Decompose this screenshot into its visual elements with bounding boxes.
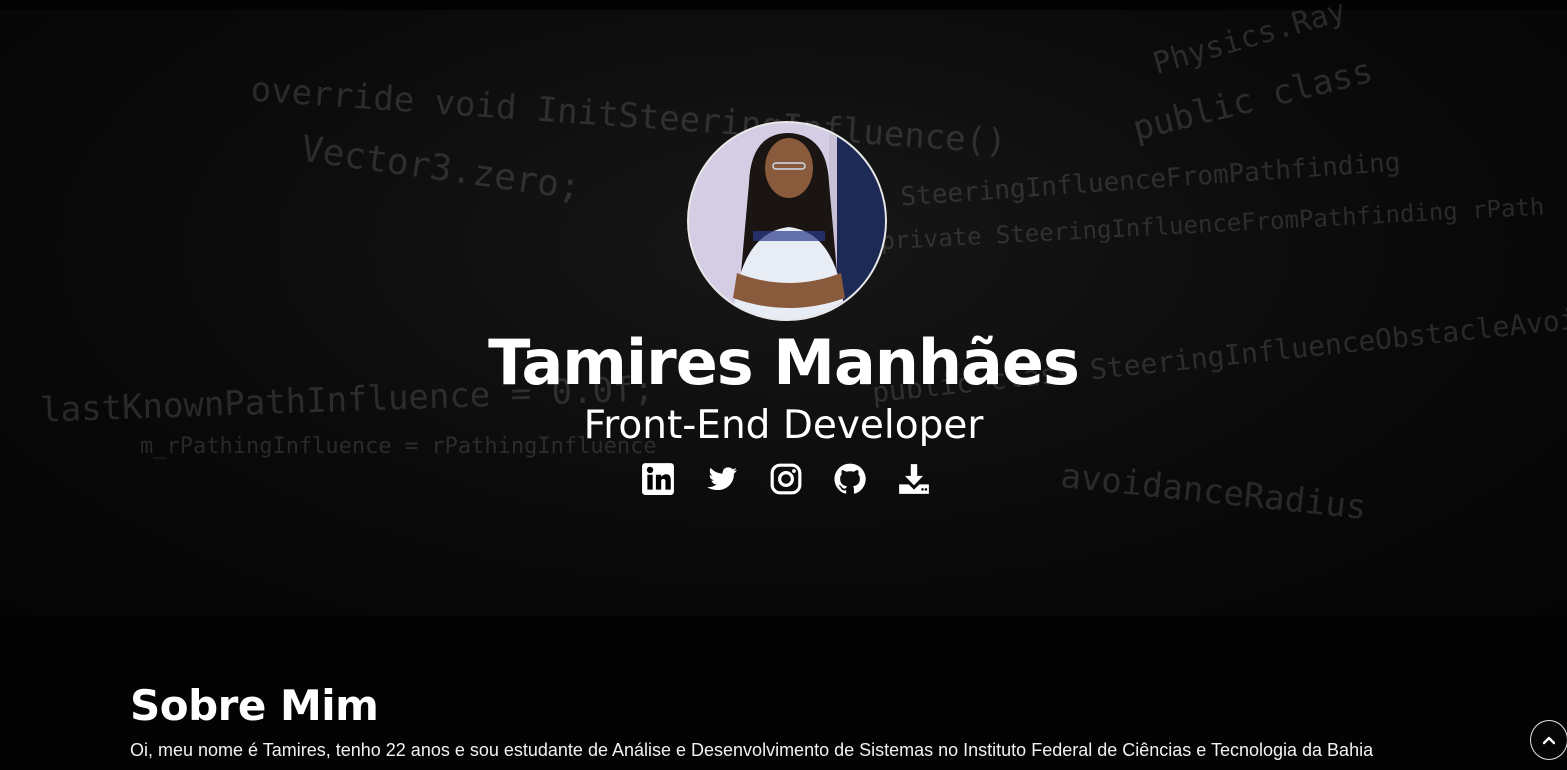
code-line: override void InitSteeringInfluence() [249, 69, 1008, 163]
code-line: avoidanceRadius [1058, 456, 1369, 528]
code-line: public class [1128, 50, 1377, 150]
code-line: private SteeringInfluenceFromPathfinding… [879, 192, 1545, 256]
twitter-link[interactable] [704, 460, 740, 498]
scroll-to-top-button[interactable] [1530, 720, 1567, 760]
instagram-icon [770, 463, 802, 495]
profile-illustration [689, 123, 885, 319]
hero-section: m_rPathingInfluence = rPathingInfluence … [0, 0, 1567, 616]
download-icon [899, 464, 929, 494]
instagram-link[interactable] [768, 460, 804, 498]
about-title: Sobre Mim [130, 681, 379, 730]
github-icon [834, 463, 866, 494]
twitter-icon [707, 467, 737, 491]
about-text: Oi, meu nome é Tamires, tenho 22 anos e … [130, 740, 1374, 760]
profile-role: Front-End Developer [583, 403, 984, 448]
linkedin-link[interactable] [640, 460, 676, 498]
chevron-up-icon [1543, 736, 1555, 745]
hero-top-border [0, 0, 1567, 10]
github-link[interactable] [832, 460, 868, 498]
code-line: SteeringInfluenceFromPathfinding [899, 147, 1402, 213]
download-cv-link[interactable] [896, 460, 932, 498]
profile-name: Tamires Manhães [488, 326, 1080, 399]
code-line: Physics.Ray [1149, 0, 1350, 82]
social-links [640, 460, 932, 500]
about-section: Sobre Mim Oi, meu nome é Tamires, tenho … [130, 680, 1470, 765]
code-line: Vector3.zero; [298, 128, 584, 209]
profile-photo [687, 121, 887, 321]
linkedin-icon [642, 463, 674, 495]
